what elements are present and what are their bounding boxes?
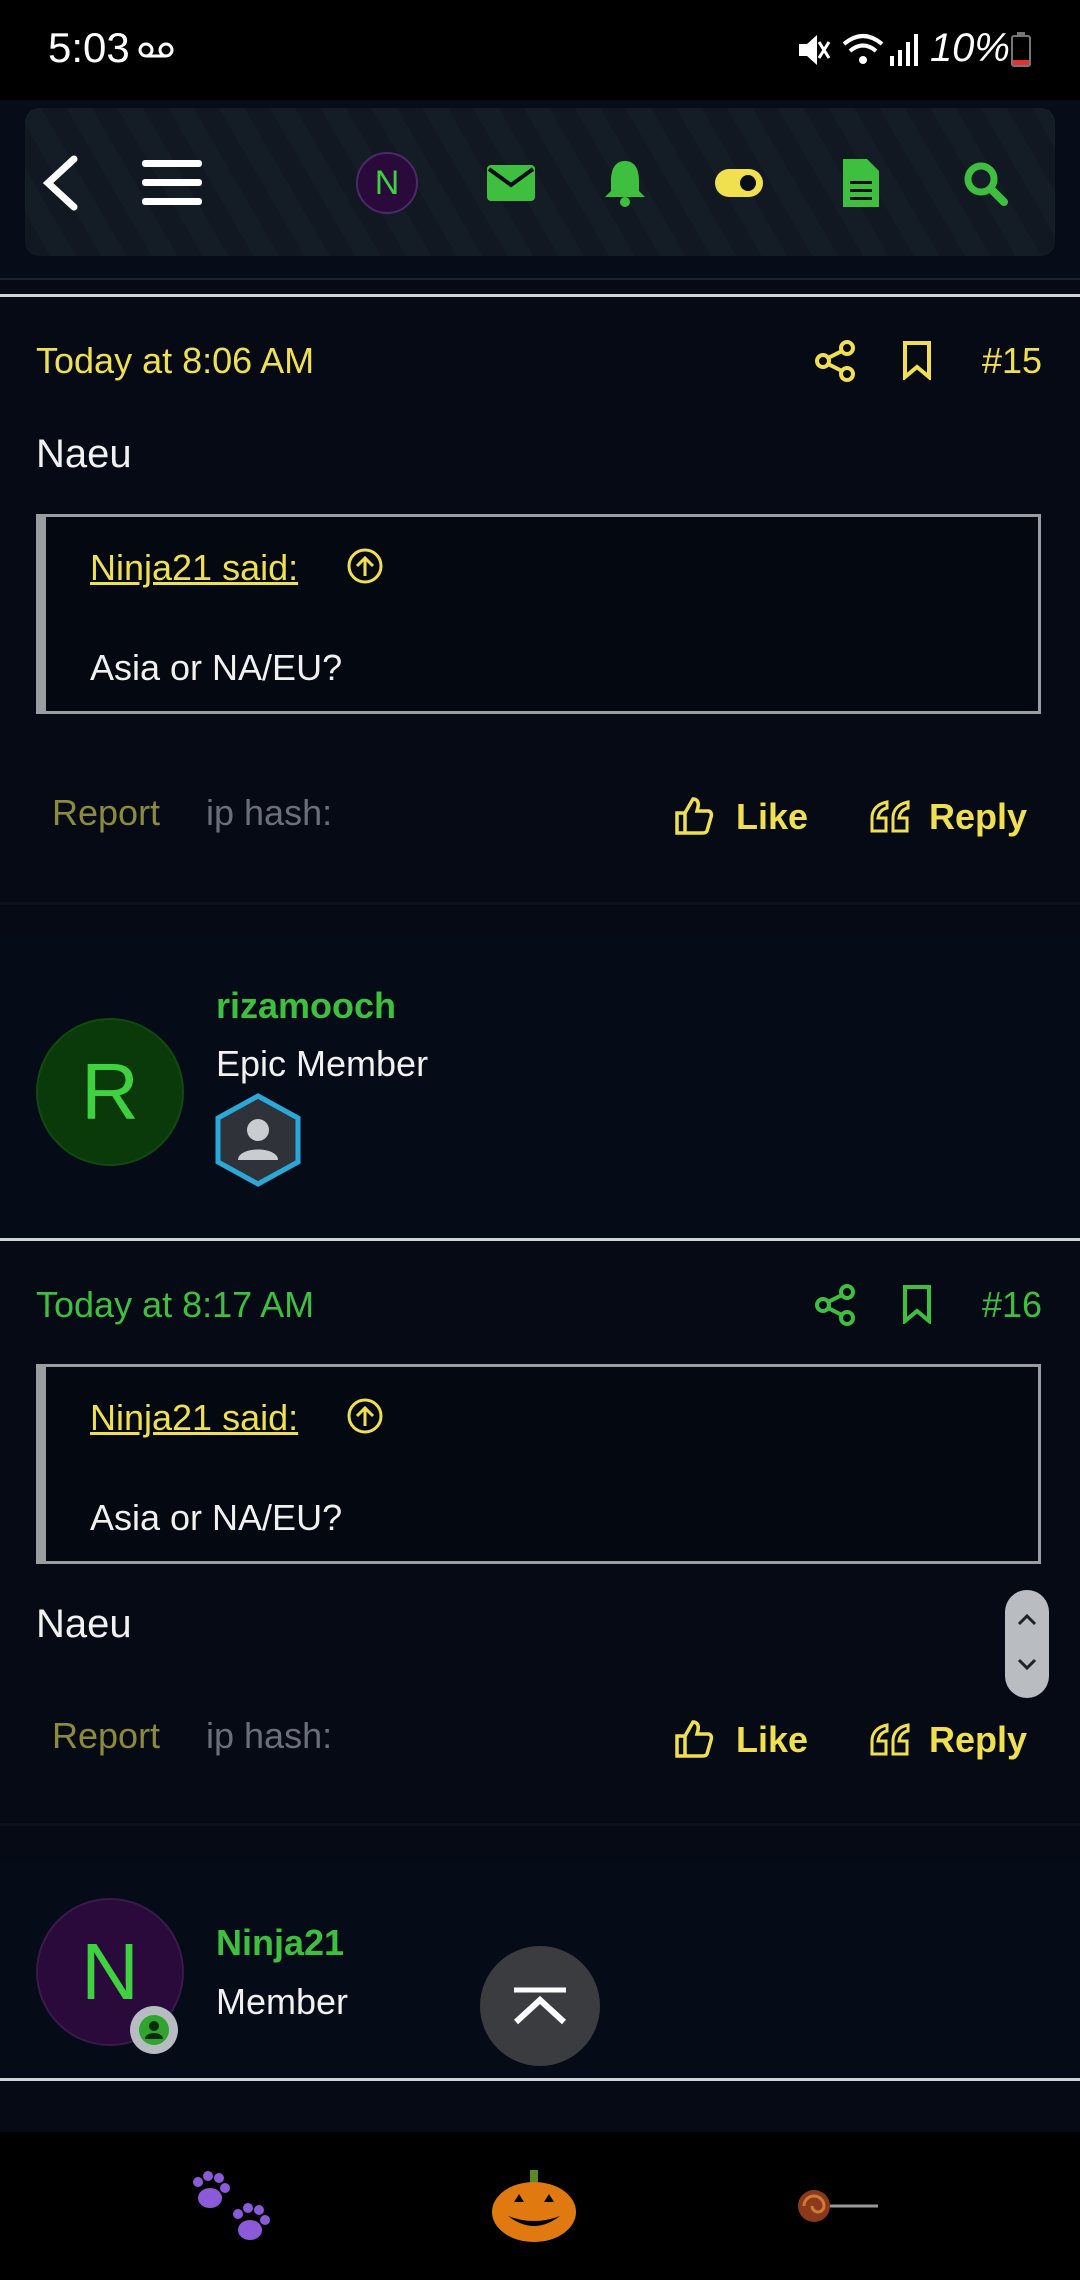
jump-to-quote-icon[interactable] [346,1397,384,1440]
nav-avatar-initial: N [356,152,418,214]
avatar[interactable]: R [36,1018,184,1166]
online-status-icon [130,2006,178,2054]
wifi-icon [842,32,884,73]
post-body: Naeu [36,432,132,476]
post-time[interactable]: Today at 8:17 AM [36,1284,314,1326]
username[interactable]: Ninja21 [216,1922,344,1964]
chevron-down-icon [1017,1658,1037,1671]
post-time[interactable]: Today at 8:06 AM [36,340,314,382]
quote-author[interactable]: Ninja21 said: [90,547,298,589]
lollipop-icon[interactable] [796,2186,880,2231]
scroll-stepper[interactable] [1005,1590,1049,1698]
quote-text: Asia or NA/EU? [90,647,343,688]
bell-icon[interactable] [590,148,660,218]
like-label: Like [736,1719,809,1760]
document-icon[interactable] [826,148,896,218]
search-icon[interactable] [950,148,1020,218]
quote-author[interactable]: Ninja21 said: [90,1397,298,1439]
status-time: 5:03 [48,24,130,71]
like-label: Like [736,796,809,837]
voicemail-icon [138,40,174,65]
toggle-icon[interactable] [704,148,774,218]
mute-icon [795,30,831,75]
jump-to-quote-icon[interactable] [346,547,384,590]
paw-prints-icon[interactable] [188,2166,278,2255]
quote-icon [870,800,910,833]
share-icon[interactable] [815,340,855,387]
user-title: Member [216,1981,349,2022]
post-number[interactable]: #15 [982,340,1042,382]
bookmark-icon[interactable] [902,1284,932,1329]
quote-block: Ninja21 said: Asia or NA/EU? [36,514,1041,714]
thumbs-up-icon [675,797,714,835]
separator [0,1823,1080,1826]
battery-text: 10% [929,26,1010,70]
ip-hash-label: ip hash: [206,1715,333,1756]
username[interactable]: rizamooch [216,985,396,1027]
nav-avatar[interactable]: N [352,148,422,218]
post-17-partial [0,2081,1080,2132]
share-icon[interactable] [815,1284,855,1331]
ip-hash-label: ip hash: [206,792,333,833]
report-link[interactable]: Report [52,1715,160,1757]
scroll-to-top-button[interactable] [480,1946,600,2066]
member-badge-icon [214,1092,302,1193]
quote-text: Asia or NA/EU? [90,1497,343,1538]
battery-icon [1010,32,1032,73]
arrow-up-icon [513,1987,567,2025]
quote-block: Ninja21 said: Asia or NA/EU? [36,1364,1041,1564]
back-icon[interactable] [25,148,95,218]
reply-label: Reply [929,796,1028,837]
post-number[interactable]: #16 [982,1284,1042,1326]
report-link[interactable]: Report [52,792,160,834]
pumpkin-icon[interactable] [490,2170,578,2247]
thumbs-up-icon [675,1720,714,1758]
reply-label: Reply [929,1719,1028,1760]
separator [0,902,1080,905]
chevron-up-icon [1017,1613,1037,1626]
quote-icon [870,1723,910,1756]
menu-icon[interactable] [137,148,207,218]
user-title: Epic Member [216,1043,429,1084]
signal-icon [888,32,922,73]
inbox-icon[interactable] [476,148,546,218]
post-body: Naeu [36,1602,132,1646]
bookmark-icon[interactable] [902,340,932,385]
